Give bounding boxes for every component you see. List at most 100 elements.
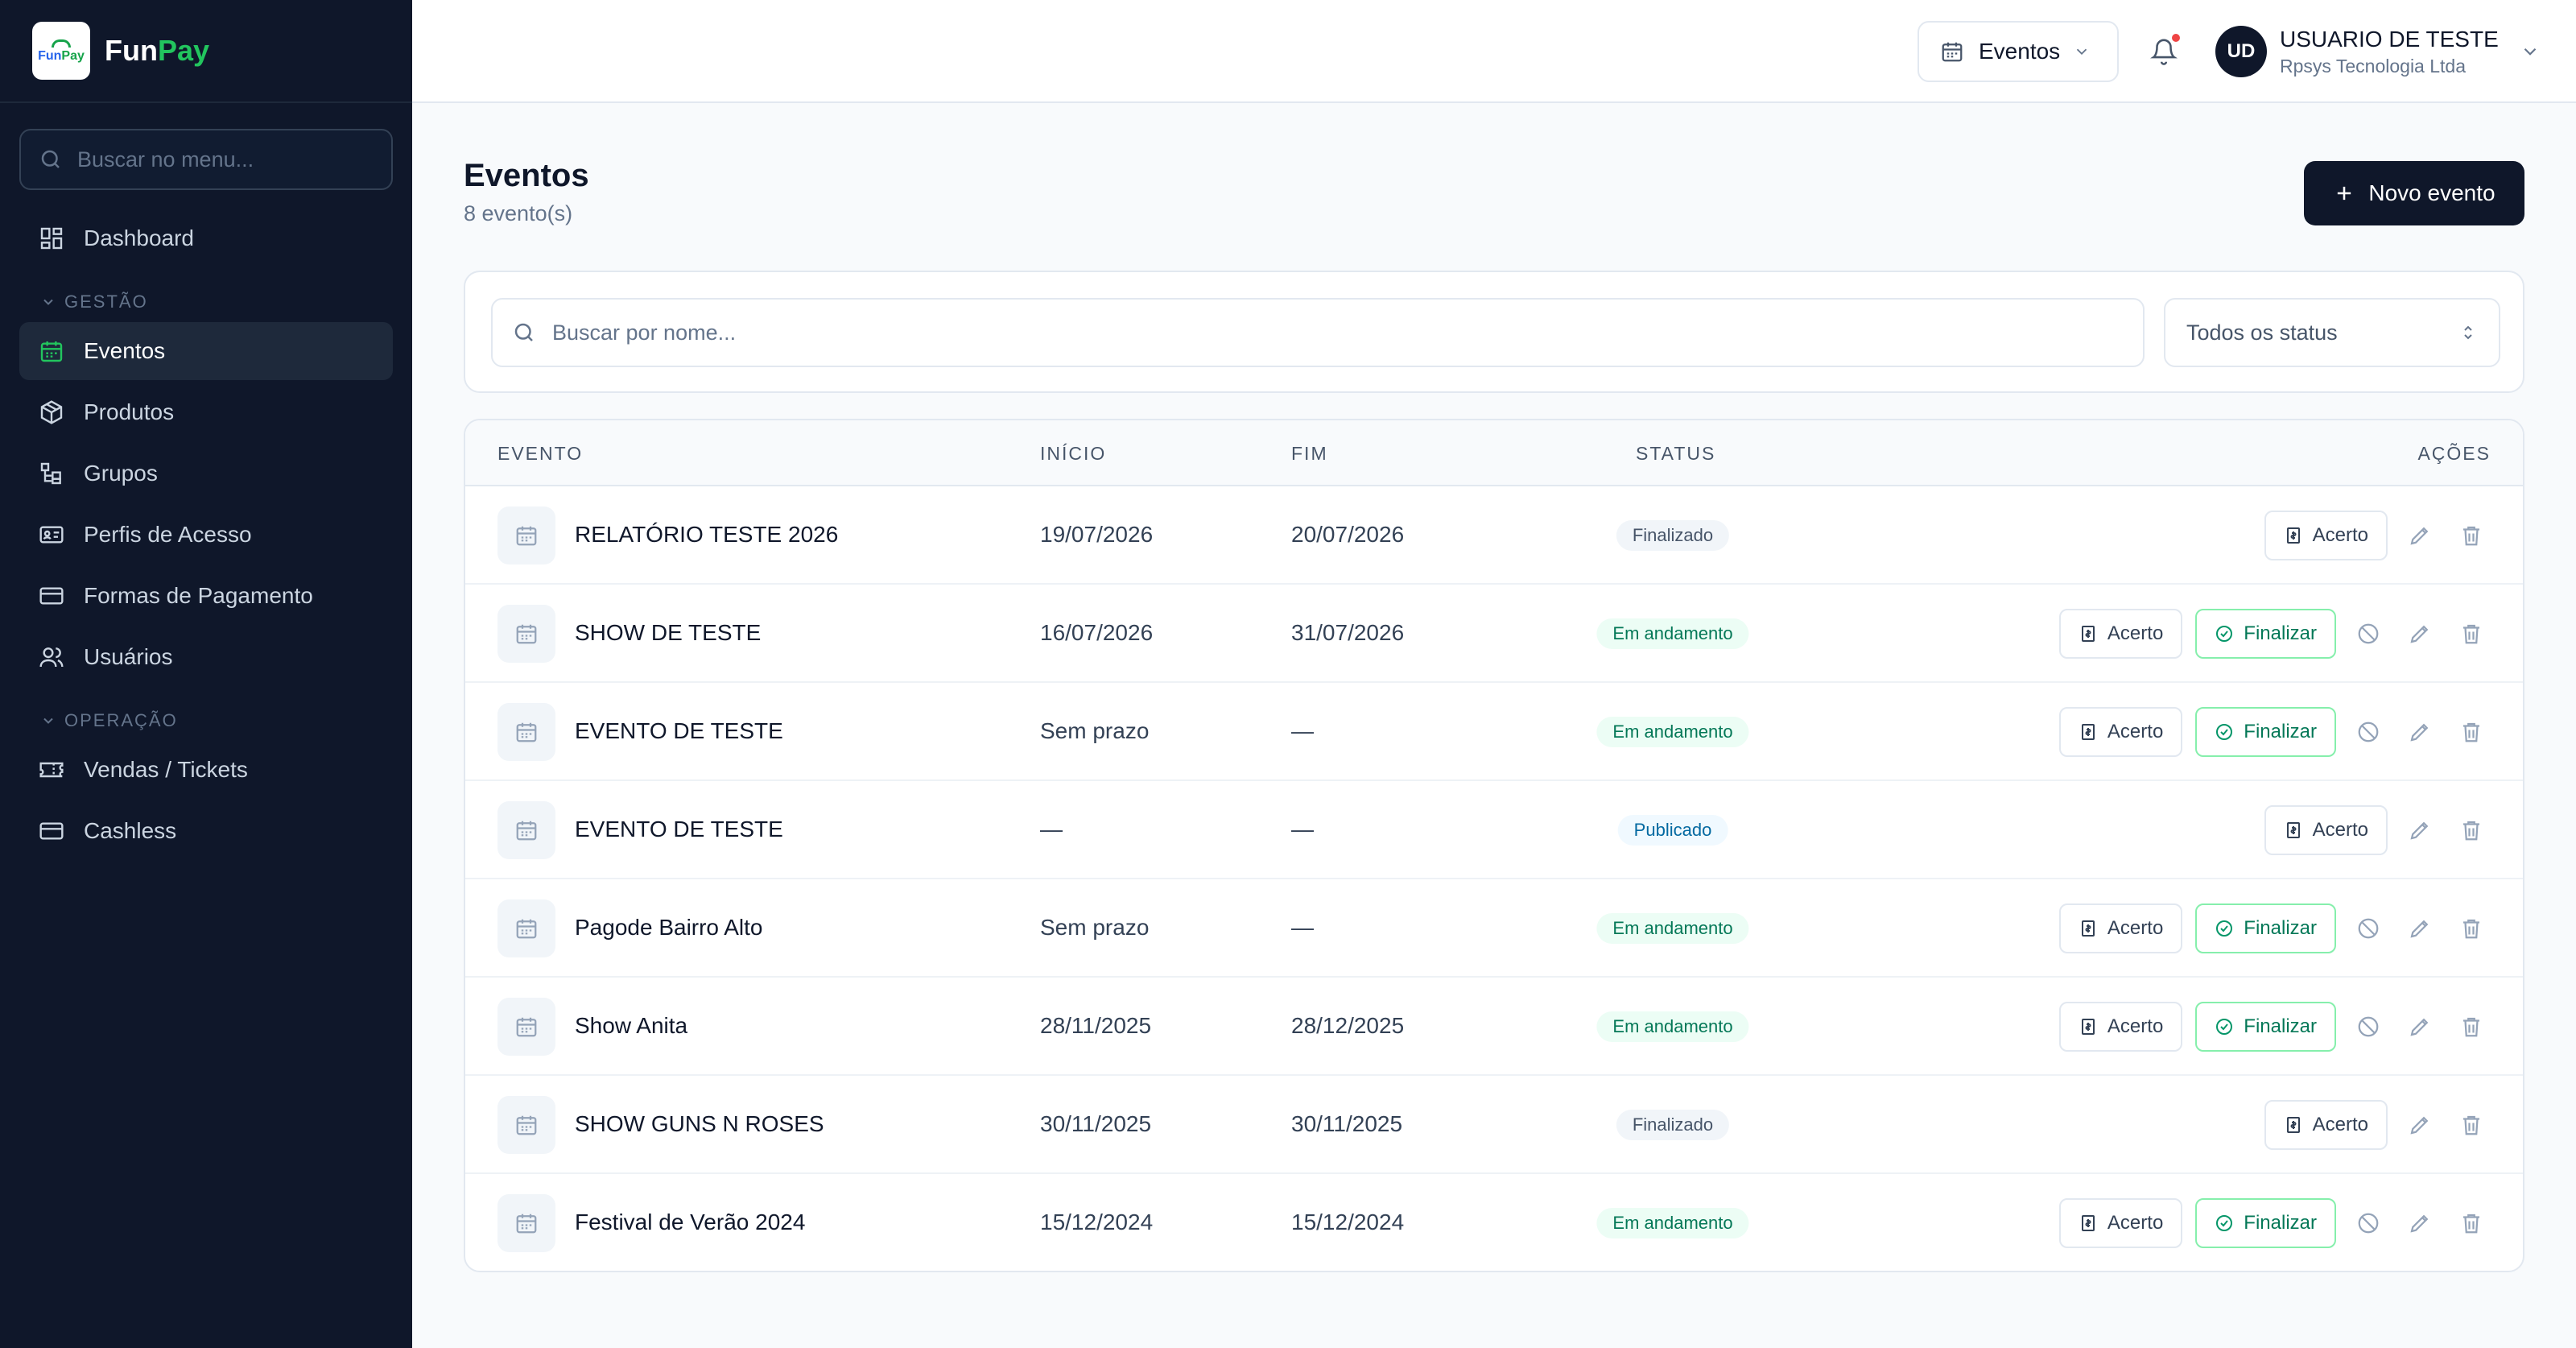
edit-button[interactable]	[2401, 1106, 2439, 1144]
sidebar-item-grupos[interactable]: Grupos	[19, 445, 393, 502]
col-evento: EVENTO	[497, 443, 584, 464]
edit-button[interactable]	[2401, 713, 2439, 751]
brand[interactable]: FunPay FunPay	[0, 0, 412, 103]
sidebar-item-produtos[interactable]: Produtos	[19, 383, 393, 441]
finalizar-button[interactable]: Finalizar	[2195, 707, 2336, 757]
notifications-button[interactable]	[2141, 29, 2186, 74]
delete-button[interactable]	[2452, 1106, 2491, 1144]
edit-button[interactable]	[2401, 516, 2439, 555]
event-name: EVENTO DE TESTE	[575, 817, 783, 841]
edit-button[interactable]	[2401, 811, 2439, 850]
check-circle-icon	[2216, 626, 2233, 642]
finalizar-button[interactable]: Finalizar	[2195, 1002, 2336, 1052]
acerto-button[interactable]: Acerto	[2058, 1198, 2183, 1248]
acerto-button[interactable]: Acerto	[2058, 1002, 2183, 1052]
acerto-button[interactable]: Acerto	[2058, 903, 2183, 953]
event-search[interactable]	[491, 298, 2145, 367]
id-card-icon	[39, 526, 64, 544]
event-start: 19/07/2026	[1040, 522, 1154, 547]
acerto-button[interactable]: Acerto	[2058, 707, 2183, 757]
acerto-button[interactable]: Acerto	[2058, 609, 2183, 659]
cancel-event-button[interactable]	[2349, 1007, 2388, 1046]
pencil-icon	[2410, 1018, 2429, 1036]
sidebar-item-perfis[interactable]: Perfis de Acesso	[19, 506, 393, 564]
finalizar-button[interactable]: Finalizar	[2195, 903, 2336, 953]
sidebar-search-input[interactable]	[77, 147, 374, 172]
table-row[interactable]: Festival de Verão 2024 15/12/2024 15/12/…	[465, 1174, 2523, 1271]
delete-button[interactable]	[2452, 713, 2491, 751]
edit-button[interactable]	[2401, 1204, 2439, 1243]
groups-icon	[40, 462, 61, 485]
event-name: SHOW GUNS N ROSES	[575, 1111, 824, 1136]
page-title: Eventos	[464, 158, 589, 193]
section-operacao[interactable]: OPERAÇÃO	[40, 710, 412, 731]
status-filter-select[interactable]: Todos os status	[2164, 298, 2500, 367]
delete-button[interactable]	[2452, 1204, 2491, 1243]
delete-button[interactable]	[2452, 909, 2491, 948]
cancel-event-button[interactable]	[2349, 1204, 2388, 1243]
table-row[interactable]: Pagode Bairro Alto Sem prazo — Em andame…	[465, 879, 2523, 978]
brand-name: FunPay	[105, 34, 210, 67]
check-circle-icon	[2216, 724, 2233, 740]
acerto-button[interactable]: Acerto	[2264, 1100, 2388, 1150]
event-selector[interactable]: Eventos	[1918, 21, 2119, 82]
delete-button[interactable]	[2452, 614, 2491, 653]
table-row[interactable]: EVENTO DE TESTE Sem prazo — Em andamento…	[465, 683, 2523, 781]
sidebar-item-usuarios[interactable]: Usuários	[19, 628, 393, 686]
event-calendar-icon	[497, 703, 555, 761]
section-gestao[interactable]: GESTÃO	[40, 292, 412, 312]
event-search-input[interactable]	[552, 320, 2082, 345]
sidebar-item-eventos[interactable]: Eventos	[19, 322, 393, 380]
delete-button[interactable]	[2452, 811, 2491, 850]
table-row[interactable]: SHOW GUNS N ROSES 30/11/2025 30/11/2025 …	[465, 1076, 2523, 1174]
table-row[interactable]: SHOW DE TESTE 16/07/2026 31/07/2026 Em a…	[465, 585, 2523, 683]
edit-button[interactable]	[2401, 614, 2439, 653]
event-calendar-icon	[497, 605, 555, 663]
event-start: —	[1040, 817, 1063, 841]
status-badge: Finalizado	[1616, 1110, 1730, 1140]
edit-button[interactable]	[2401, 1007, 2439, 1046]
sidebar-item-dashboard[interactable]: Dashboard	[19, 209, 393, 267]
finalizar-button[interactable]: Finalizar	[2195, 1198, 2336, 1248]
row-actions: Acerto	[2252, 805, 2491, 855]
cancel-event-button[interactable]	[2349, 614, 2388, 653]
ban-icon	[2358, 623, 2379, 644]
event-calendar-icon	[497, 507, 555, 564]
status-badge: Finalizado	[1616, 520, 1730, 551]
check-circle-icon	[2216, 1019, 2233, 1035]
receipt-icon	[2081, 1019, 2095, 1035]
edit-button[interactable]	[2401, 909, 2439, 948]
search-icon	[41, 150, 60, 168]
event-start: Sem prazo	[1040, 915, 1150, 940]
receipt-icon	[2081, 724, 2095, 740]
sidebar-item-label: Dashboard	[84, 225, 194, 250]
cancel-event-button[interactable]	[2349, 713, 2388, 751]
calendar-icon	[516, 722, 537, 742]
delete-button[interactable]	[2452, 516, 2491, 555]
acerto-button[interactable]: Acerto	[2264, 511, 2388, 560]
sidebar-item-vendas[interactable]: Vendas / Tickets	[19, 741, 393, 799]
event-start: 30/11/2025	[1040, 1111, 1152, 1136]
pencil-icon	[2410, 920, 2429, 938]
receipt-icon	[2286, 527, 2300, 544]
row-actions: Acerto	[2252, 511, 2491, 560]
user-menu[interactable]: UD USUARIO DE TESTE Rpsys Tecnologia Ltd…	[2215, 23, 2541, 81]
delete-button[interactable]	[2452, 1007, 2491, 1046]
table-row[interactable]: Show Anita 28/11/2025 28/12/2025 Em anda…	[465, 978, 2523, 1076]
user-name: USUARIO DE TESTE	[2280, 26, 2499, 52]
cancel-event-button[interactable]	[2349, 909, 2388, 948]
sidebar-item-cashless[interactable]: Cashless	[19, 802, 393, 860]
chevron-down-icon	[43, 717, 53, 724]
events-table: EVENTO INÍCIO FIM STATUS AÇÕES RELATÓRIO…	[464, 419, 2524, 1272]
finalizar-button[interactable]: Finalizar	[2195, 609, 2336, 659]
new-event-button[interactable]: Novo evento	[2304, 161, 2524, 225]
event-end: 20/07/2026	[1291, 522, 1405, 547]
table-row[interactable]: EVENTO DE TESTE — — Publicado Acerto	[465, 781, 2523, 879]
acerto-button[interactable]: Acerto	[2264, 805, 2388, 855]
sidebar-search[interactable]	[19, 129, 393, 190]
table-row[interactable]: RELATÓRIO TESTE 2026 19/07/2026 20/07/20…	[465, 486, 2523, 585]
sidebar-item-formas-pagamento[interactable]: Formas de Pagamento	[19, 567, 393, 625]
event-name: RELATÓRIO TESTE 2026	[575, 522, 839, 547]
event-calendar-icon	[497, 1096, 555, 1154]
trash-icon	[2463, 821, 2479, 841]
